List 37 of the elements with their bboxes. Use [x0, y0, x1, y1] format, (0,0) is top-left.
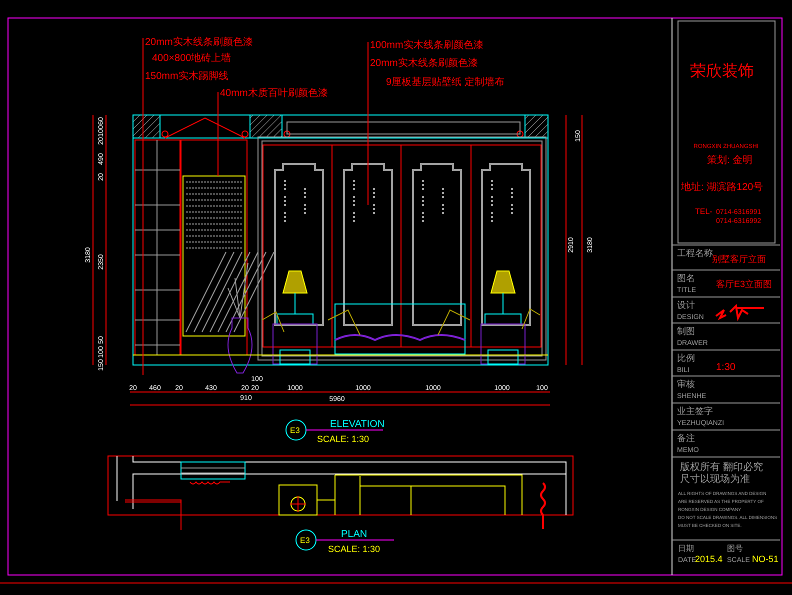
field-value: 客厅E3立面图 [716, 279, 772, 289]
field-label: 日期 [678, 544, 694, 553]
field-value: 别墅客厅立面 [712, 254, 766, 264]
signature-drawing [715, 304, 765, 322]
date-value: 2015.4 [695, 554, 723, 564]
field-label: 备注 [677, 433, 695, 443]
field-label: 图名 [677, 273, 695, 283]
material-annotation: 20mm实木线条刷颜色漆 [370, 58, 478, 69]
section-marker-circle [286, 420, 306, 440]
material-annotation: 40mm木质百叶刷颜色漆 [220, 88, 328, 99]
phone-label: TEL- [695, 207, 712, 216]
material-annotation: 400×800地砖上墙 [152, 53, 232, 64]
company-name: 荣欣装饰 [690, 63, 754, 80]
note-text: 尺寸以现场为准 [680, 474, 750, 485]
plan-title: PLAN [341, 529, 368, 540]
material-annotation: 150mm实木踢脚线 [145, 71, 228, 82]
field-label: 比例 [677, 353, 695, 363]
field-label: 制图 [677, 326, 695, 336]
elevation-title: ELEVATION [330, 419, 385, 430]
material-annotation: 100mm实木线条刷颜色漆 [370, 40, 484, 51]
section-code: E3 [300, 536, 310, 545]
field-value: 1:30 [716, 362, 736, 373]
field-label: 设计 [677, 300, 695, 310]
scale-label: SCALE: 1:30 [317, 434, 370, 444]
field-label: 图号 [727, 544, 743, 553]
company-address: 地址: 湖滨路120号 [681, 182, 764, 193]
contact-person: 策划: 金明 [707, 155, 753, 166]
section-code: E3 [290, 426, 300, 435]
material-annotation: 20mm实木线条刷颜色漆 [145, 37, 253, 48]
section-marker-circle [296, 530, 316, 550]
drawing-number: NO-51 [752, 554, 779, 564]
field-label: 业主签字 [677, 406, 713, 416]
note-text: 版权所有 翻印必究 [680, 462, 763, 473]
field-label: 工程名称 [677, 248, 713, 258]
material-annotation: 9厘板基层贴壁纸 定制墙布 [386, 77, 504, 88]
field-label: 审核 [677, 379, 695, 389]
scale-label: SCALE: 1:30 [328, 544, 380, 554]
